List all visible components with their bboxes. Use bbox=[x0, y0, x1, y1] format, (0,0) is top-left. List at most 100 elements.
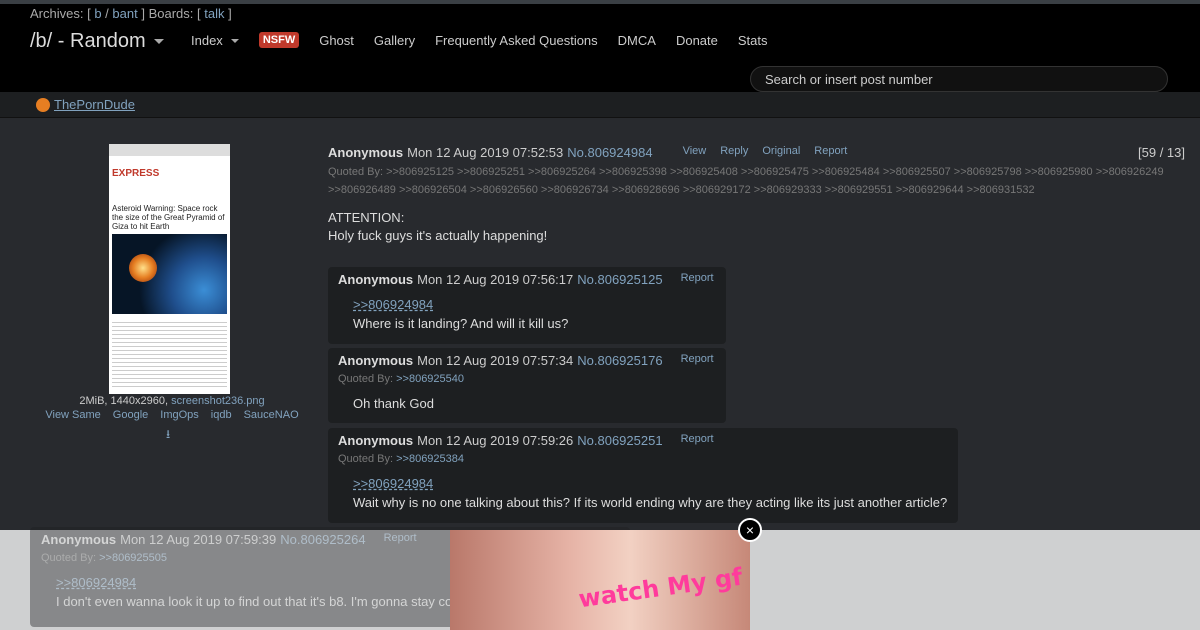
archive-bant-link[interactable]: bant bbox=[112, 6, 137, 21]
quoted-by-link[interactable]: >>806925384 bbox=[396, 453, 464, 465]
thumb-space-image bbox=[112, 234, 227, 314]
reply-body: >>806924984 I don't even wanna look it u… bbox=[56, 573, 452, 611]
report-button[interactable]: Report bbox=[814, 145, 847, 160]
reply-body: >>806924984 Wait why is no one talking a… bbox=[353, 474, 947, 512]
reply-post: Anonymous Mon 12 Aug 2019 07:59:26 No.80… bbox=[328, 428, 958, 523]
top-stripe bbox=[0, 0, 1200, 4]
thumb-meteor bbox=[129, 254, 157, 282]
file-meta: 2MiB, 1440x2960, bbox=[79, 395, 169, 407]
op-body-line: ATTENTION: bbox=[328, 210, 405, 225]
search-input[interactable]: Search or insert post number bbox=[750, 66, 1168, 92]
poster-name: Anonymous bbox=[328, 145, 404, 160]
quote-link[interactable]: >>806924984 bbox=[353, 297, 433, 312]
iqdb-link[interactable]: iqdb bbox=[211, 409, 232, 421]
close-icon[interactable]: × bbox=[738, 518, 762, 542]
ad-logo: watch My gf bbox=[576, 562, 745, 614]
quoted-by-label: Quoted By: bbox=[338, 453, 394, 465]
post-number[interactable]: No.806925176 bbox=[577, 353, 662, 368]
overlay-ad[interactable]: watch My gf bbox=[450, 530, 750, 630]
op-thumbnail[interactable]: EXPRESS Asteroid Warning: Space rock the… bbox=[109, 144, 230, 394]
reply-text: Wait why is no one talking about this? I… bbox=[353, 495, 948, 510]
quoted-by-link[interactable]: >>806925505 bbox=[99, 552, 167, 564]
boards-close: ] bbox=[228, 6, 232, 21]
quoted-by: Quoted By: >>806925384 bbox=[338, 453, 464, 465]
op-header: Anonymous Mon 12 Aug 2019 07:52:53 No.80… bbox=[328, 145, 847, 160]
original-button[interactable]: Original bbox=[762, 145, 800, 160]
quote-link[interactable]: >>806924984 bbox=[353, 476, 433, 491]
boards-label: ] Boards: [ bbox=[141, 6, 201, 21]
quoted-by: Quoted By: >>806925505 bbox=[41, 552, 167, 564]
reply-body: Oh thank God bbox=[353, 394, 434, 413]
saucenao-link[interactable]: SauceNAO bbox=[244, 409, 299, 421]
reply-header: Anonymous Mon 12 Aug 2019 07:56:17 No.80… bbox=[338, 272, 714, 287]
report-button[interactable]: Report bbox=[681, 353, 714, 368]
imgops-link[interactable]: ImgOps bbox=[160, 409, 199, 421]
quoted-by-link[interactable]: >>806925540 bbox=[396, 373, 464, 385]
op-body: ATTENTION: Holy fuck guys it's actually … bbox=[328, 209, 547, 245]
quoted-by-label: Quoted By: bbox=[338, 373, 394, 385]
reply-header: Anonymous Mon 12 Aug 2019 07:59:39 No.80… bbox=[41, 532, 417, 547]
archives-line: Archives: [ b / bant ] Boards: [ talk ] bbox=[30, 6, 232, 21]
post-tools: View Reply Original Report bbox=[683, 145, 848, 160]
post-date: Mon 12 Aug 2019 07:59:39 bbox=[120, 532, 277, 547]
nav-index-label: Index bbox=[191, 32, 223, 48]
board-talk-link[interactable]: talk bbox=[204, 6, 224, 21]
nav-dmca[interactable]: DMCA bbox=[618, 33, 656, 48]
poster-name: Anonymous bbox=[41, 532, 117, 547]
post-number[interactable]: No.806925251 bbox=[577, 433, 662, 448]
sponsor-label[interactable]: ThePornDude bbox=[54, 97, 135, 112]
chevron-down-icon bbox=[153, 39, 164, 45]
sub-bar bbox=[0, 92, 1200, 118]
post-date: Mon 12 Aug 2019 07:57:34 bbox=[417, 353, 574, 368]
thumb-article-text bbox=[112, 319, 227, 389]
post-number[interactable]: No.806925264 bbox=[280, 532, 365, 547]
board-title: /b/ - Random bbox=[30, 30, 146, 52]
report-button[interactable]: Report bbox=[681, 433, 714, 448]
op-body-line: Holy fuck guys it's actually happening! bbox=[328, 228, 548, 243]
sponsor-link[interactable]: ThePornDude bbox=[36, 97, 135, 112]
reply-button[interactable]: Reply bbox=[720, 145, 748, 160]
chevron-down-icon bbox=[230, 39, 239, 44]
nav-ghost[interactable]: Ghost bbox=[319, 33, 354, 48]
post-number[interactable]: No.806924984 bbox=[567, 145, 652, 160]
quoted-by-list[interactable]: Quoted By: >>806925125 >>806925251 >>806… bbox=[328, 163, 1178, 199]
sponsor-icon bbox=[36, 97, 50, 112]
reply-post: Anonymous Mon 12 Aug 2019 07:57:34 No.80… bbox=[328, 348, 726, 423]
poster-name: Anonymous bbox=[338, 433, 414, 448]
download-icon[interactable]: ⭳ bbox=[166, 425, 170, 446]
reply-text: I don't even wanna look it up to find ou… bbox=[56, 594, 453, 609]
google-link[interactable]: Google bbox=[113, 409, 148, 421]
reply-text: Oh thank God bbox=[353, 396, 434, 411]
poster-name: Anonymous bbox=[338, 272, 414, 287]
archive-b-link[interactable]: b bbox=[94, 6, 101, 21]
top-bar: Archives: [ b / bant ] Boards: [ talk ] … bbox=[0, 0, 1200, 92]
archive-separator: / bbox=[105, 6, 109, 21]
quote-link[interactable]: >>806924984 bbox=[56, 575, 136, 590]
quoted-by-label: Quoted By: bbox=[41, 552, 97, 564]
nav-gallery[interactable]: Gallery bbox=[374, 33, 415, 48]
view-same-link[interactable]: View Same bbox=[45, 409, 100, 421]
post-number[interactable]: No.806925125 bbox=[577, 272, 662, 287]
report-button[interactable]: Report bbox=[681, 272, 714, 287]
reply-body: >>806924984 Where is it landing? And wil… bbox=[353, 295, 568, 333]
nsfw-badge[interactable]: NSFW bbox=[258, 32, 300, 48]
report-button[interactable]: Report bbox=[384, 532, 417, 547]
file-info: 2MiB, 1440x2960, screenshot236.png bbox=[40, 395, 304, 407]
quoted-by: Quoted By: >>806925540 bbox=[338, 373, 464, 385]
thumb-site-logo: EXPRESS bbox=[112, 168, 160, 179]
nav-donate[interactable]: Donate bbox=[676, 33, 718, 48]
reply-counter: [59 / 13] bbox=[1138, 145, 1185, 160]
file-name-link[interactable]: screenshot236.png bbox=[171, 395, 265, 407]
nav-index-dropdown[interactable]: Index bbox=[191, 33, 239, 48]
reply-text: Where is it landing? And will it kill us… bbox=[353, 316, 569, 331]
post-date: Mon 12 Aug 2019 07:59:26 bbox=[417, 433, 574, 448]
nav-stats[interactable]: Stats bbox=[738, 33, 768, 48]
reply-header: Anonymous Mon 12 Aug 2019 07:59:26 No.80… bbox=[338, 433, 714, 448]
post-date: Mon 12 Aug 2019 07:52:53 bbox=[407, 145, 564, 160]
board-title-dropdown[interactable]: /b/ - Random bbox=[30, 30, 164, 53]
thumb-browser-bar bbox=[109, 144, 230, 156]
file-tools: View Same Google ImgOps iqdb SauceNAO bbox=[40, 409, 304, 421]
nav-faq[interactable]: Frequently Asked Questions bbox=[435, 33, 598, 48]
view-button[interactable]: View bbox=[683, 145, 707, 160]
archives-label: Archives: [ bbox=[30, 6, 91, 21]
